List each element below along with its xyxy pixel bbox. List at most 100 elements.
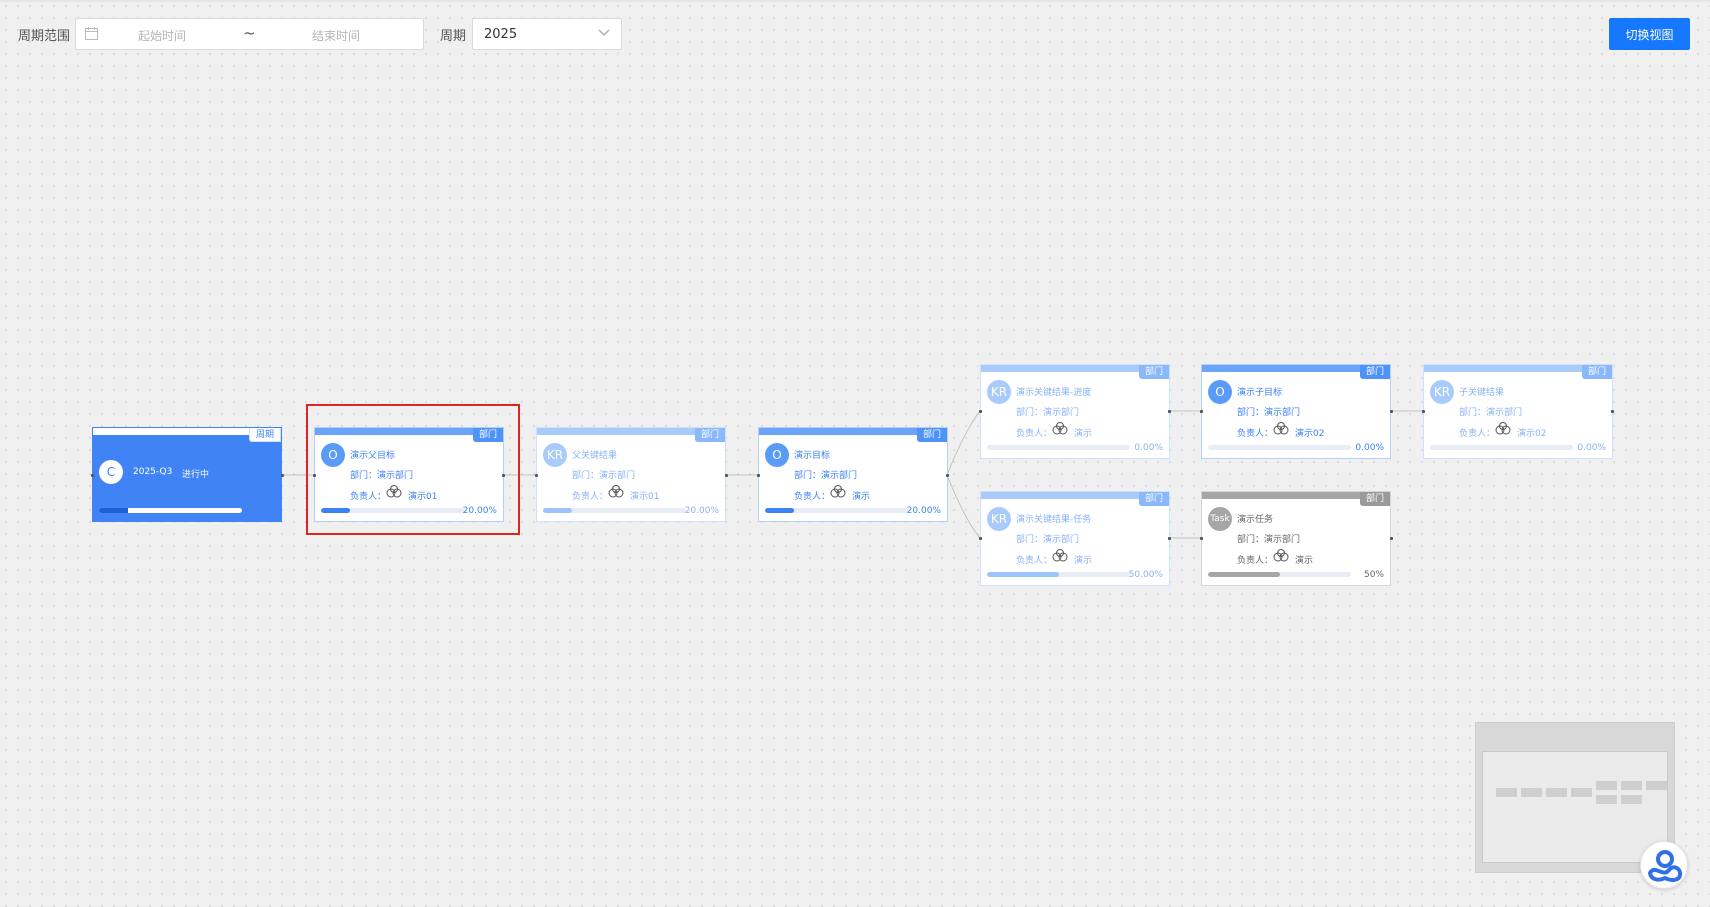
node-type-tag: 部门 (1359, 492, 1390, 506)
node-owner-label: 负责人： (1459, 429, 1496, 439)
node-avatar: O (765, 443, 789, 467)
node-title: 演示任务 (1237, 515, 1274, 525)
node-owner-label: 负责人： (1237, 429, 1274, 439)
minimap-node (1546, 788, 1567, 797)
minimap-node (1646, 781, 1667, 790)
cycle-name: 2025-Q3 (133, 467, 173, 477)
minimap-node (1621, 795, 1642, 804)
node-owner: 演示 (1074, 556, 1093, 566)
node-title: 演示关键结果-任务 (1016, 515, 1092, 525)
progress-bar (765, 508, 908, 513)
edge-port (1168, 410, 1171, 413)
edge-port (757, 474, 760, 477)
node-objective[interactable]: 部门 O 演示目标 部门：演示部门 负责人： 演示 20.00% (758, 427, 948, 522)
node-department: 部门：演示部门 (1016, 408, 1080, 418)
progress-percent: 20.00% (684, 506, 719, 516)
edge-port (1611, 410, 1614, 413)
edge-port (91, 474, 94, 477)
node-type-tag: 部门 (694, 428, 725, 442)
node-owner-label: 负责人： (1016, 429, 1053, 439)
node-owner: 演示 (1074, 429, 1093, 439)
progress-percent: 0.00% (1134, 443, 1163, 453)
progress-bar (1208, 445, 1351, 450)
edge-port (1390, 537, 1393, 540)
node-type-tag: 部门 (916, 428, 947, 442)
edge-port (725, 474, 728, 477)
node-owner-label: 负责人： (1016, 556, 1053, 566)
node-child-key-result[interactable]: 部门 KR 子关键结果 部门：演示部门 负责人： 演示02 0.00% (1423, 364, 1613, 459)
node-title: 演示关键结果-进度 (1016, 388, 1092, 398)
edge-port (1200, 410, 1203, 413)
minimap-node (1496, 788, 1517, 797)
node-avatar: KR (543, 443, 567, 467)
node-owner: 演示 (1295, 556, 1314, 566)
progress-bar (1430, 445, 1573, 450)
edge-port (535, 474, 538, 477)
progress-percent: 50% (1363, 570, 1384, 580)
node-avatar: Task (1208, 507, 1232, 531)
cycle-status: 进行中 (182, 470, 210, 480)
node-department: 部门：演示部门 (1237, 408, 1301, 418)
minimap-node (1571, 788, 1592, 797)
minimap-node (1521, 788, 1542, 797)
node-department: 部门：演示部门 (794, 471, 858, 481)
progress-percent: 50.00% (1128, 570, 1163, 580)
help-assistant-icon (1648, 850, 1683, 882)
user-group-icon (1273, 549, 1289, 562)
edge-port (1422, 410, 1425, 413)
node-type-tag: 部门 (1581, 365, 1612, 379)
progress-bar (987, 445, 1130, 450)
node-title: 父关键结果 (572, 451, 618, 461)
node-type-tag: 部门 (1138, 492, 1169, 506)
node-owner-label: 负责人： (794, 492, 831, 502)
node-avatar: KR (987, 380, 1011, 404)
progress-bar (99, 508, 242, 513)
node-key-result-progress[interactable]: 部门 KR 演示关键结果-进度 部门：演示部门 负责人： 演示 0.00% (980, 364, 1170, 459)
edge-port (1168, 537, 1171, 540)
node-owner: 演示02 (1295, 429, 1325, 439)
node-child-objective[interactable]: 部门 O 演示子目标 部门：演示部门 负责人： 演示02 0.00% (1201, 364, 1391, 459)
node-department: 部门：演示部门 (1459, 408, 1523, 418)
node-owner: 演示02 (1517, 429, 1547, 439)
node-parent-key-result[interactable]: 部门 KR 父关键结果 部门：演示部门 负责人： 演示01 20.00% (536, 427, 726, 522)
node-key-result-task[interactable]: 部门 KR 演示关键结果-任务 部门：演示部门 负责人： 演示 50.00% (980, 491, 1170, 586)
node-department: 部门：演示部门 (1016, 535, 1080, 545)
user-group-icon (1273, 422, 1289, 435)
progress-bar (987, 572, 1130, 577)
progress-percent: 0.00% (1577, 443, 1606, 453)
node-department: 部门：演示部门 (572, 471, 636, 481)
node-avatar: O (1208, 380, 1232, 404)
selected-node-highlight (306, 404, 520, 535)
node-department: 部门：演示部门 (1237, 535, 1301, 545)
node-title: 子关键结果 (1459, 388, 1505, 398)
edge-port (979, 410, 982, 413)
node-avatar: KR (987, 507, 1011, 531)
node-title: 演示目标 (794, 451, 831, 461)
edge-port (1200, 537, 1203, 540)
minimap-node (1596, 781, 1617, 790)
node-owner-label: 负责人： (1237, 556, 1274, 566)
user-group-icon (830, 485, 846, 498)
node-type-tag: 部门 (1138, 365, 1169, 379)
node-avatar: C (99, 460, 123, 484)
edge-port (979, 537, 982, 540)
edge-port (946, 474, 949, 477)
node-owner: 演示 (852, 492, 871, 502)
edge-port (1390, 410, 1393, 413)
node-type-tag: 部门 (1359, 365, 1390, 379)
cycle-node[interactable]: 周期 C 2025-Q3 进行中 (92, 427, 282, 522)
user-group-icon (608, 485, 624, 498)
node-task[interactable]: 部门 Task 演示任务 部门：演示部门 负责人： 演示 50% (1201, 491, 1391, 586)
progress-percent: 0.00% (1355, 443, 1384, 453)
user-group-icon (1052, 549, 1068, 562)
node-title: 演示子目标 (1237, 388, 1283, 398)
help-assistant-button[interactable] (1640, 841, 1688, 889)
minimap-node (1596, 795, 1617, 804)
node-owner: 演示01 (630, 492, 660, 502)
node-owner-label: 负责人： (572, 492, 609, 502)
progress-bar (1208, 572, 1351, 577)
progress-bar (543, 508, 686, 513)
edge-port (281, 474, 284, 477)
node-type-tag: 周期 (248, 428, 281, 442)
progress-percent: 20.00% (906, 506, 941, 516)
